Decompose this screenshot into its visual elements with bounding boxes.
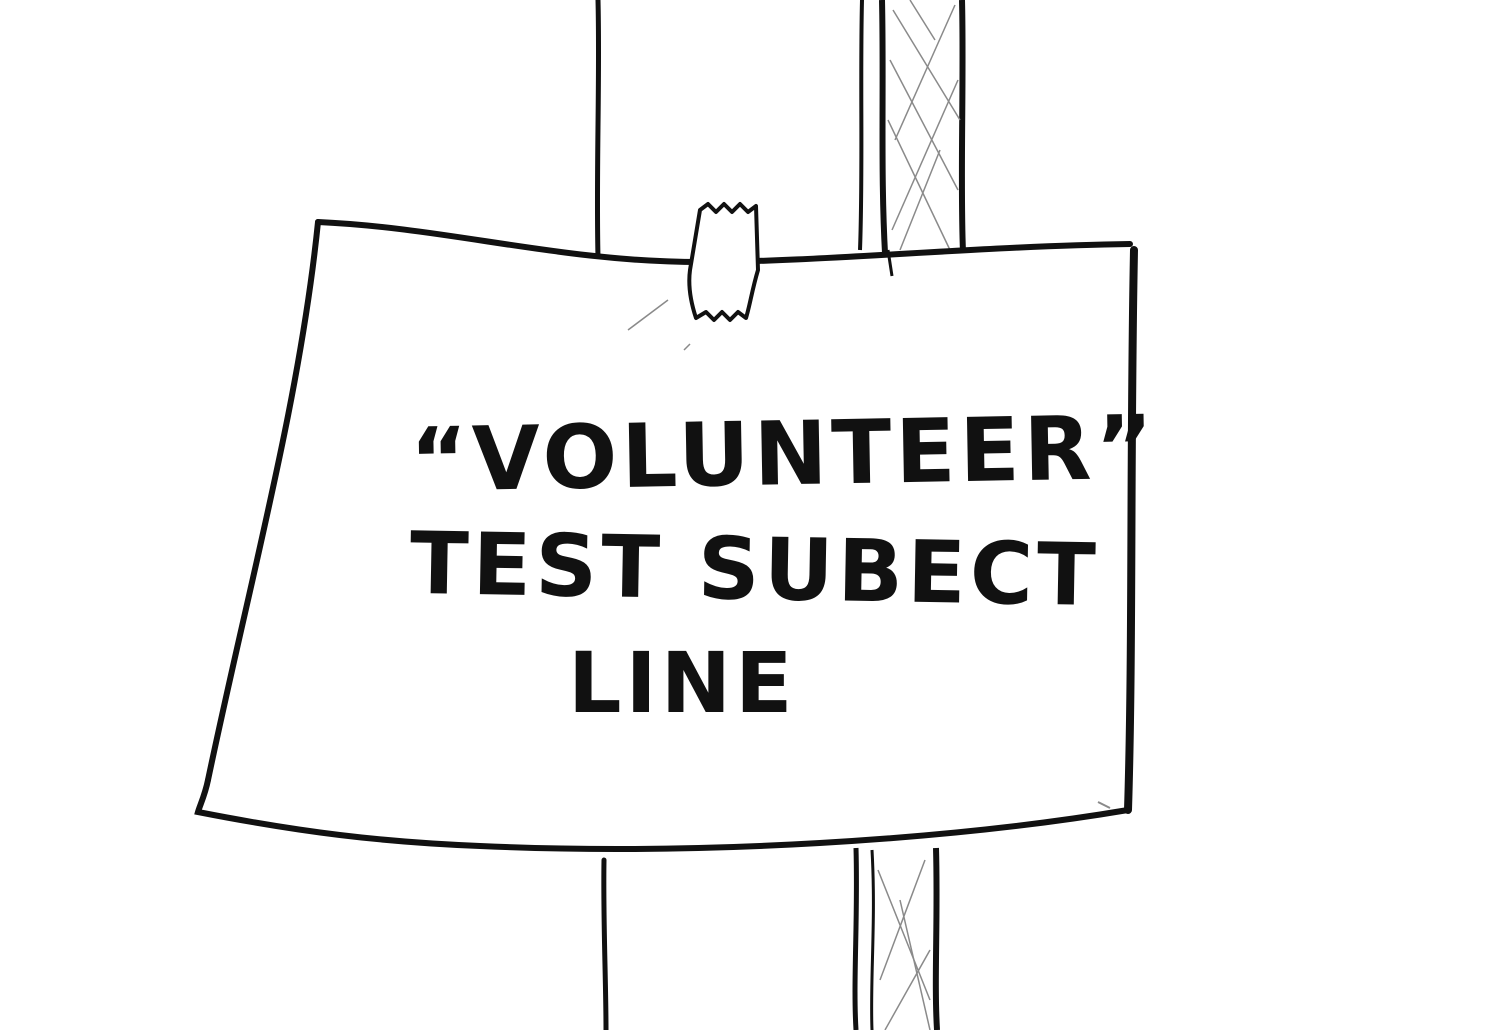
comic-panel: “VOLUNTEER” TEST SUBECT LINE: [194, 0, 1158, 1030]
sign-line-1: “VOLUNTEER”: [409, 396, 1158, 512]
sign-line-2: TEST SUBECT: [409, 514, 1100, 626]
sign-line-3: LINE: [568, 634, 796, 732]
